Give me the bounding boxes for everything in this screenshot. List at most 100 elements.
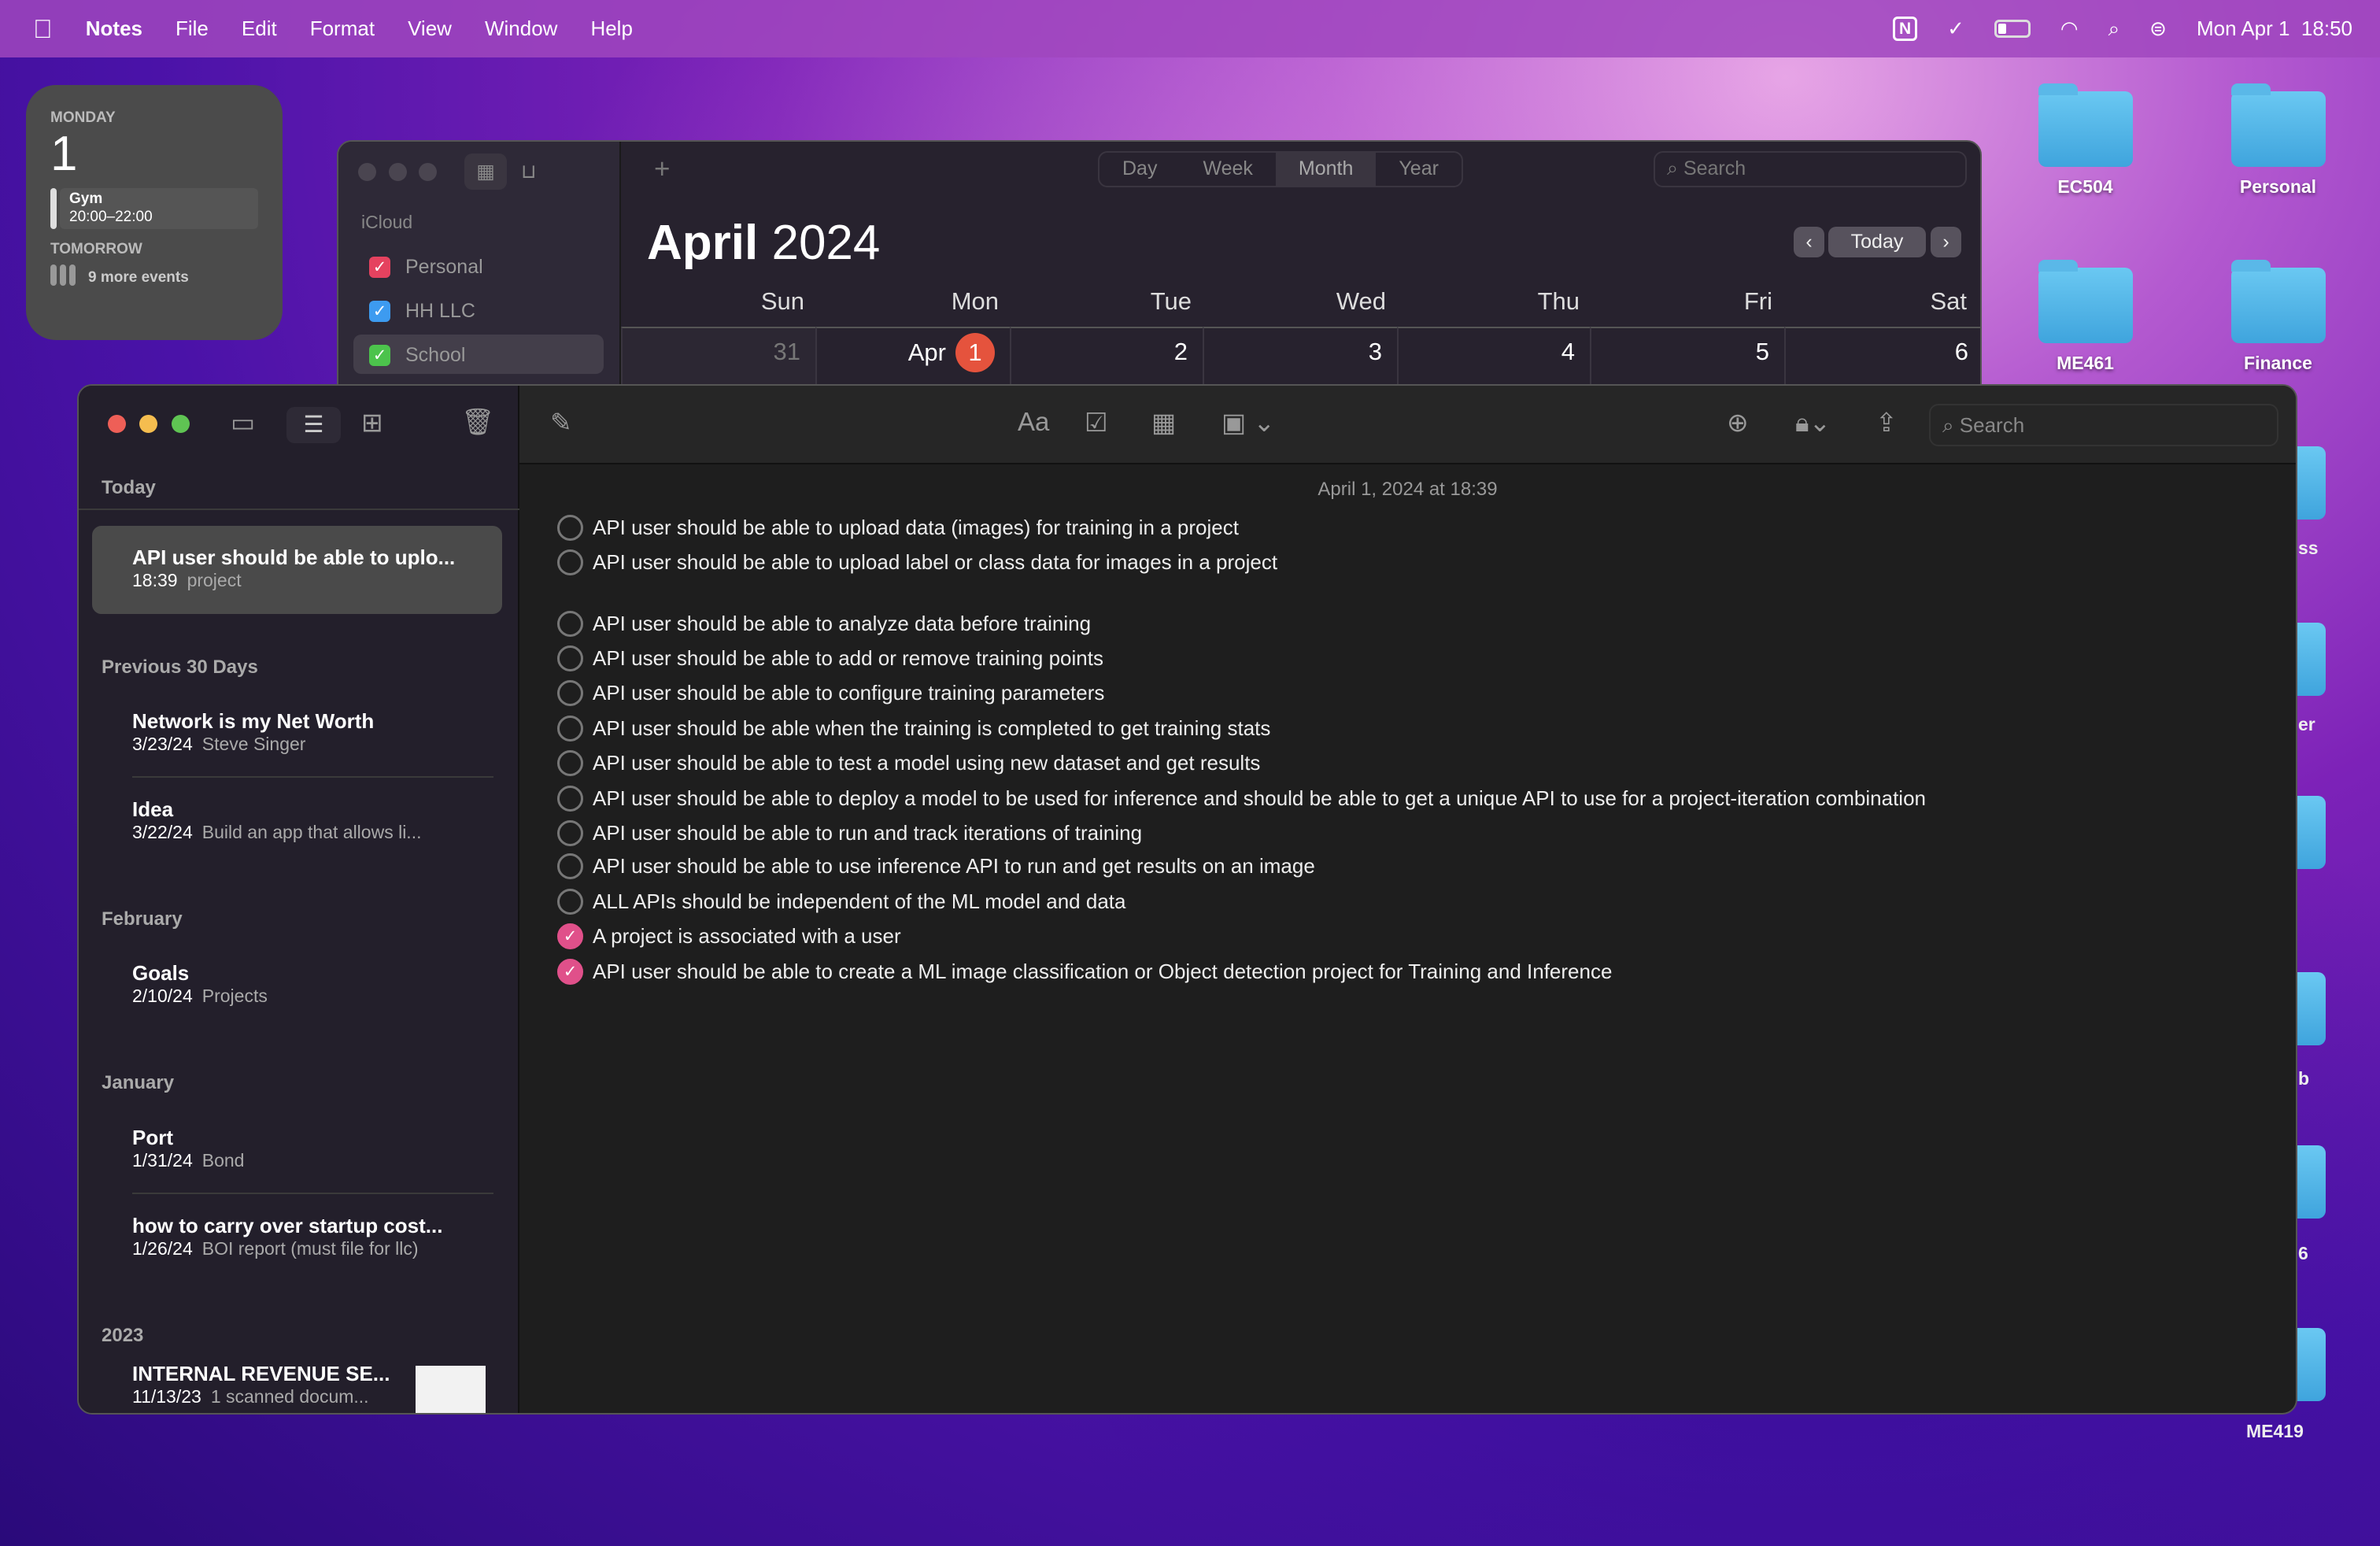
apple-icon[interactable]: 	[33, 14, 53, 44]
tab-year[interactable]: Year	[1376, 153, 1462, 186]
day-cell[interactable]: 5	[1590, 327, 1784, 387]
calendar-search-input[interactable]: ⌕ Search	[1654, 151, 1967, 187]
format-text-icon[interactable]: Aa	[1018, 407, 1049, 437]
note-item[interactable]: Idea 3/22/24 Build an app that allows li..…	[132, 797, 497, 843]
menu-format[interactable]: Format	[310, 17, 375, 41]
checklist-item-text[interactable]: API user should be able to run and track…	[593, 821, 1142, 845]
share-icon[interactable]: ⇪	[1876, 407, 1898, 438]
tab-day[interactable]: Day	[1099, 153, 1180, 186]
folder-label[interactable]: ME419	[2246, 1421, 2304, 1442]
unchecked-circle-icon[interactable]	[557, 645, 583, 671]
menu-edit[interactable]: Edit	[242, 17, 277, 41]
checklist-item-text[interactable]: API user should be able to upload label …	[593, 550, 1277, 575]
folder-label[interactable]: 6	[2298, 1243, 2308, 1264]
note-item[interactable]: API user should be able to uplo... 18:39 p…	[132, 546, 497, 591]
checklist-item-text[interactable]: ALL APIs should be independent of the ML…	[593, 890, 1125, 914]
add-event-icon[interactable]: +	[654, 153, 670, 185]
previous-month-button[interactable]: ‹	[1794, 227, 1824, 257]
menu-file[interactable]: File	[176, 17, 209, 41]
unchecked-circle-icon[interactable]	[557, 549, 583, 575]
folder-personal[interactable]: Personal	[2225, 83, 2331, 198]
checked-circle-icon[interactable]: ✓	[557, 959, 583, 985]
unchecked-circle-icon[interactable]	[557, 716, 583, 742]
unchecked-circle-icon[interactable]	[557, 786, 583, 812]
battery-icon[interactable]	[1994, 20, 2031, 38]
folder-me461[interactable]: ME461	[2032, 260, 2138, 374]
checklist-item-text[interactable]: API user should be able to analyze data …	[593, 612, 1091, 636]
today-button[interactable]: Today	[1828, 227, 1926, 257]
checklist-item-text[interactable]: API user should be able to configure tra…	[593, 681, 1104, 705]
menu-view[interactable]: View	[408, 17, 452, 41]
table-icon[interactable]: ▦	[1151, 407, 1176, 438]
list-view-icon[interactable]: ☰	[286, 407, 341, 443]
tab-week[interactable]: Week	[1180, 153, 1275, 186]
checkbox-icon[interactable]: ✓	[369, 301, 390, 322]
trash-icon[interactable]: 🗑︎	[461, 407, 494, 438]
checklist-item-text[interactable]: API user should be able to deploy a mode…	[593, 786, 1926, 811]
checklist-item-text[interactable]: A project is associated with a user	[593, 924, 901, 949]
note-item[interactable]: Port 1/31/24 Bond	[132, 1126, 497, 1171]
unchecked-circle-icon[interactable]	[557, 515, 583, 541]
day-cell[interactable]: 31	[621, 327, 815, 387]
checklist-item-text[interactable]: API user should be able to test a model …	[593, 751, 1260, 775]
unchecked-circle-icon[interactable]	[557, 680, 583, 706]
notes-search-input[interactable]: ⌕ Search	[1929, 404, 2278, 446]
zoom-button[interactable]	[172, 415, 190, 433]
close-button[interactable]	[108, 415, 126, 433]
folder-label[interactable]: er	[2298, 714, 2315, 735]
checklist-item-text[interactable]: API user should be able to upload data (…	[593, 516, 1239, 540]
unchecked-circle-icon[interactable]	[557, 820, 583, 846]
checklist-item-text[interactable]: API user should be able to create a ML i…	[593, 960, 1612, 984]
folder-finance[interactable]: Finance	[2225, 260, 2331, 374]
minimize-button[interactable]	[389, 163, 407, 181]
inbox-icon[interactable]: ⊔	[521, 160, 537, 183]
media-icon[interactable]: ▣ ⌄	[1221, 407, 1275, 438]
note-item[interactable]: INTERNAL REVENUE SE... 11/13/23 1 scanned …	[132, 1362, 398, 1407]
note-item[interactable]: Network is my Net Worth 3/23/24 Steve Sing…	[132, 709, 497, 755]
checklist-item-text[interactable]: API user should be able to use inference…	[593, 854, 1315, 878]
calendar-personal[interactable]: ✓ Personal	[369, 256, 483, 279]
folder-label[interactable]: ss	[2298, 538, 2319, 559]
minimize-button[interactable]	[139, 415, 157, 433]
calendar-widget[interactable]: MONDAY 1 Gym 20:00–22:00 TOMORROW 9 more …	[26, 85, 283, 340]
folder-ec504[interactable]: EC504	[2032, 83, 2138, 198]
sync-error-icon[interactable]: ✓	[1947, 17, 1964, 41]
unchecked-circle-icon[interactable]	[557, 853, 583, 879]
checked-circle-icon[interactable]: ✓	[557, 923, 583, 949]
notion-icon[interactable]: N	[1893, 17, 1918, 41]
note-item[interactable]: Goals 2/10/24 Projects	[132, 961, 497, 1007]
next-month-button[interactable]: ›	[1931, 227, 1961, 257]
day-cell[interactable]: 4	[1397, 327, 1590, 387]
menu-app-notes[interactable]: Notes	[86, 17, 142, 41]
day-cell-today[interactable]: Apr 1	[815, 327, 1010, 387]
day-cell[interactable]: 2	[1010, 327, 1203, 387]
menu-clock[interactable]: Mon Apr 1 18:50	[2197, 17, 2352, 41]
menu-window[interactable]: Window	[485, 17, 557, 41]
unchecked-circle-icon[interactable]	[557, 889, 583, 915]
unchecked-circle-icon[interactable]	[557, 611, 583, 637]
menu-help[interactable]: Help	[590, 17, 632, 41]
sidebar-toggle-icon[interactable]: ▭	[231, 407, 255, 438]
wifi-icon[interactable]: ◠	[2060, 17, 2079, 41]
checklist-icon[interactable]: ☑	[1085, 407, 1108, 438]
calendar-list-icon[interactable]: ▦	[464, 153, 507, 190]
control-center-icon[interactable]: ⊜	[2149, 17, 2167, 41]
gallery-view-icon[interactable]: ⊞	[361, 407, 383, 438]
lock-icon[interactable]: 🔒︎⌄	[1795, 407, 1831, 438]
zoom-button[interactable]	[419, 163, 437, 181]
close-button[interactable]	[358, 163, 376, 181]
day-cell[interactable]: 6	[1784, 327, 1980, 387]
collaborate-icon[interactable]: ⊕	[1727, 407, 1749, 438]
unchecked-circle-icon[interactable]	[557, 750, 583, 776]
folder-label[interactable]: b	[2298, 1068, 2309, 1089]
compose-icon[interactable]: ✎	[550, 407, 572, 438]
note-item[interactable]: how to carry over startup cost... 1/26/24…	[132, 1214, 497, 1259]
checkbox-icon[interactable]: ✓	[369, 257, 390, 278]
spotlight-search-icon[interactable]: ⌕	[2108, 17, 2120, 42]
tab-month[interactable]: Month	[1275, 153, 1377, 186]
calendar-school[interactable]: ✓ School	[369, 344, 465, 367]
calendar-hh-llc[interactable]: ✓ HH LLC	[369, 300, 475, 323]
checklist-item-text[interactable]: API user should be able to add or remove…	[593, 646, 1103, 671]
checkbox-icon[interactable]: ✓	[369, 345, 390, 366]
day-cell[interactable]: 3	[1203, 327, 1397, 387]
